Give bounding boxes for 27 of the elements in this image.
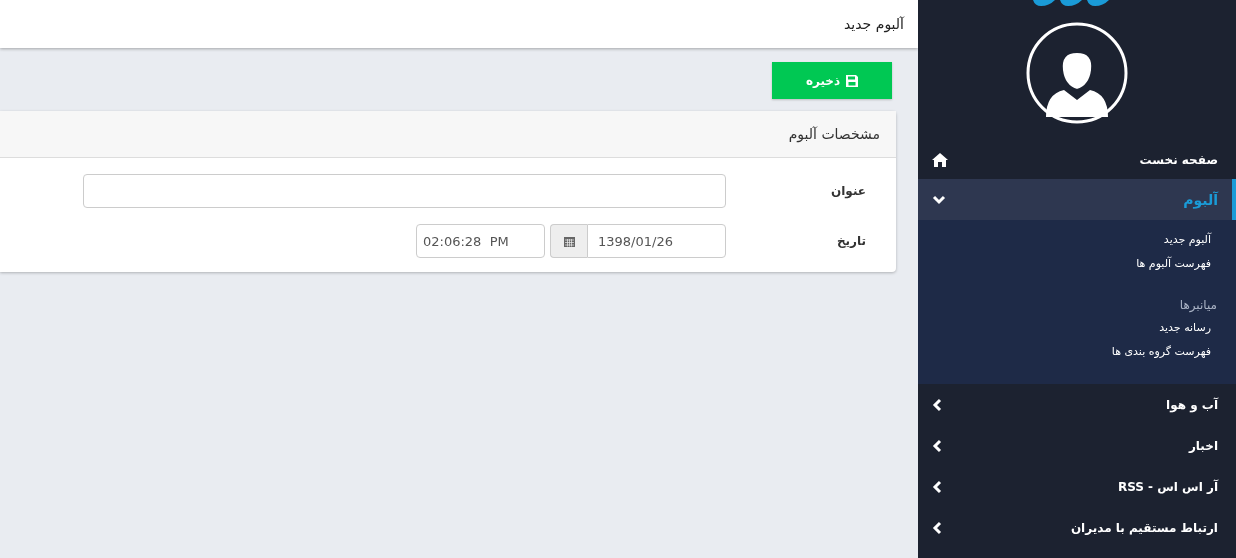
card-title: مشخصات آلبوم xyxy=(788,126,880,142)
chevron-left-icon xyxy=(932,520,942,535)
chevron-left-icon xyxy=(932,397,942,412)
time-input[interactable]: 02:06:28 PM xyxy=(416,224,545,258)
chevron-left-icon xyxy=(932,479,942,494)
menu-item[interactable]: آر اس اس - RSS xyxy=(918,466,1236,507)
menu-item[interactable]: ارتباط مستقیم با مدیران xyxy=(918,507,1236,548)
submenu-link[interactable]: آلبوم جدید xyxy=(1163,232,1211,248)
field-label: عنوان xyxy=(830,184,867,198)
title-input[interactable] xyxy=(83,174,726,208)
chevron-down-icon xyxy=(932,194,946,205)
menu-item[interactable]: آب و هوا xyxy=(918,384,1236,425)
menu-item[interactable]: آلبوم xyxy=(918,179,1236,220)
submenu-link[interactable]: فهرست آلبوم ها xyxy=(1136,256,1211,272)
menu-item[interactable]: صفحه نخست xyxy=(918,140,1236,179)
menu-item[interactable]: اخبار xyxy=(918,425,1236,466)
submenu-link[interactable]: فهرست گروه بندی ها xyxy=(1111,344,1211,360)
date-input[interactable]: 1398/01/26 xyxy=(587,224,726,258)
chevron-left-icon xyxy=(932,438,942,453)
field-label: تاریخ xyxy=(835,234,867,248)
home-icon xyxy=(932,152,948,167)
calendar-icon xyxy=(563,235,575,247)
submenu-heading: میانبرها xyxy=(1179,298,1217,312)
calendar-button[interactable] xyxy=(550,224,587,258)
submenu-link[interactable]: رسانه جدید xyxy=(1159,320,1211,336)
page-title: آلبوم جدید xyxy=(844,16,904,32)
avatar-icon xyxy=(1026,22,1128,124)
